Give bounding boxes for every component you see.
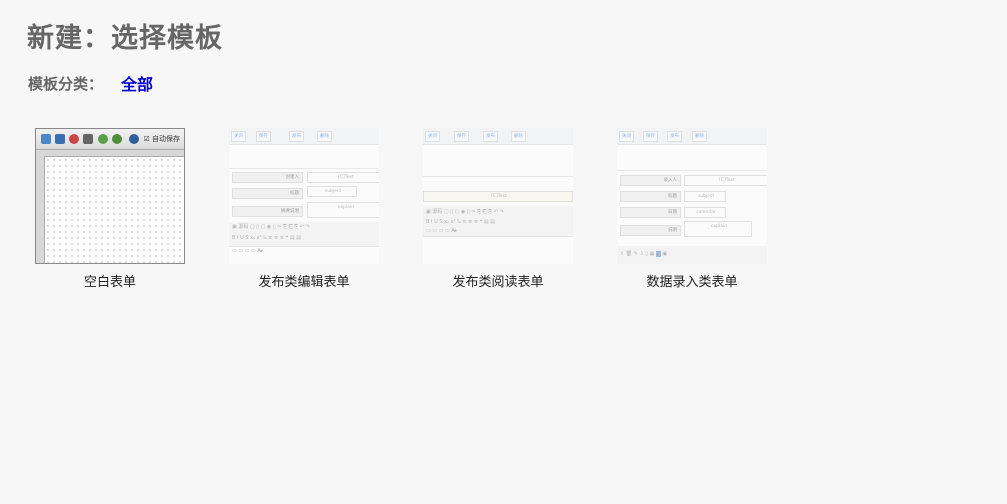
preview-publish-button: 发布	[483, 131, 498, 142]
template-list: ☑ 自动保存 空白表单 关闭 保存 发布 删除 创建人 [C]Text 标题 s…	[0, 128, 1007, 298]
new-from-template-page: 新建：选择模板 模板分类： 全部 ☑ 自动保存 空白表单 关闭 保存 发布 删除…	[0, 0, 1007, 504]
preview-editor-row: ▣ 源码 ▢ ▯ ▢ ◉ ▯ ✂ ⎘ ⎗ ⎘ ↶ ↷	[232, 224, 310, 230]
preview-editor-row: B I U S x₂ x² I₂ ≡ ≡ ≡ ❝ ▤ ▤	[232, 235, 301, 241]
autosave-checkbox: ☑ 自动保存	[143, 135, 180, 143]
preview-editor-row: ⇧ 🗑 ✎ ⇩ ▯ ▦ ▦ ▣	[620, 251, 667, 257]
preview-field: subject	[684, 191, 726, 202]
autosave-label: 自动保存	[152, 135, 180, 143]
save-icon	[41, 134, 51, 144]
blank-canvas	[44, 156, 184, 263]
preview-editor-source: 源码	[238, 224, 249, 230]
preview-editor-toolbar: ⇧ 🗑 ✎ ⇩ ▯ ▦ ▦ ▣	[617, 246, 767, 264]
preview-field: [C]Text	[684, 175, 767, 186]
preview-label: 说明	[620, 225, 681, 236]
preview-editor-toolbar: ▣ 源码 ▢ ▯ ▢ ◉ ▯ ✂ ⎘ ⎗ ⎘ ↶ ↷ B I U S x₂ x²…	[423, 206, 573, 237]
preview-editor-source: 源码	[432, 209, 443, 215]
template-caption: 数据录入类表单	[646, 275, 738, 290]
preview-editor-row: ▣ 源码 ▢ ▯ ▢ ◉ ▯ ✂ ⎘ ⎗ ⎘ ↶ ↷	[426, 209, 504, 215]
preview-save-button: 保存	[256, 131, 271, 142]
preview-delete-button: 删除	[511, 131, 526, 142]
template-data-entry-form[interactable]: 关闭 保存 发布 删除 录入人 [C]Text 标题 subject 日期 ca…	[607, 128, 777, 290]
preview-field: explain	[684, 221, 752, 237]
preview-delete-button: 删除	[317, 131, 332, 142]
preview-field: explain	[307, 202, 379, 218]
preview-toolbar: ☑ 自动保存	[36, 129, 184, 150]
publish-icon	[98, 134, 108, 144]
preview-toolbar: 关闭 保存 发布 删除	[617, 128, 767, 145]
preview-editor-row: B I U S x₂ x² I₂ ≡ ≡ ≡ ❝ ▤ ▤	[426, 219, 495, 225]
preview-field: calendar	[684, 207, 726, 218]
divider	[229, 168, 379, 169]
template-blank-form[interactable]: ☑ 自动保存 空白表单	[25, 128, 195, 290]
preview-label: 摘要说明	[232, 206, 303, 217]
preview-field: [C]Text	[307, 172, 379, 183]
template-thumbnail: 关闭 保存 发布 删除 创建人 [C]Text 标题 subject 摘要说明 …	[229, 128, 379, 264]
print-icon	[83, 134, 93, 144]
preview-close-button: 关闭	[231, 131, 246, 142]
template-publish-read-form[interactable]: 关闭 保存 发布 删除 [C]Text ▣ 源码 ▢ ▯ ▢ ◉ ▯ ✂ ⎘ ⎗…	[413, 128, 583, 290]
preview-close-button: 关闭	[425, 131, 440, 142]
template-thumbnail: 关闭 保存 发布 删除 [C]Text ▣ 源码 ▢ ▯ ▢ ◉ ▯ ✂ ⎘ ⎗…	[423, 128, 573, 264]
preview-save-button: 保存	[643, 131, 658, 142]
template-thumbnail: ☑ 自动保存	[35, 128, 185, 264]
template-caption: 发布类阅读表单	[452, 275, 544, 290]
template-publish-edit-form[interactable]: 关闭 保存 发布 删除 创建人 [C]Text 标题 subject 摘要说明 …	[219, 128, 389, 290]
template-caption: 空白表单	[83, 275, 136, 290]
preview-publish-button: 发布	[289, 131, 304, 142]
page-title: 新建：选择模板	[27, 23, 223, 54]
preview-toolbar: 关闭 保存 发布 删除	[229, 128, 379, 145]
preview-field: subject	[307, 186, 357, 197]
preview-delete-button: 删除	[692, 131, 707, 142]
preview-editor-toolbar: ▣ 源码 ▢ ▯ ▢ ◉ ▯ ✂ ⎘ ⎗ ⎘ ↶ ↷ B I U S x₂ x²…	[229, 222, 379, 247]
preview-label: 标题	[620, 191, 681, 202]
category-label: 模板分类：	[28, 74, 104, 93]
category-filter: 模板分类： 全部	[28, 71, 153, 95]
preview-editor-row: ▭ ▭ ▭ ▭ A▸	[232, 248, 264, 254]
preview-editor-row: ▭ ▭ ▭ ▭ A▸	[426, 228, 458, 234]
divider	[423, 176, 573, 177]
template-thumbnail: 关闭 保存 发布 删除 录入人 [C]Text 标题 subject 日期 ca…	[617, 128, 767, 264]
disk-icon	[55, 134, 65, 144]
divider	[617, 170, 767, 171]
preview-label: 日期	[620, 207, 681, 218]
preview-field: [C]Text	[423, 191, 573, 202]
preview-icon	[69, 134, 79, 144]
settings-icon	[112, 134, 122, 144]
preview-close-button: 关闭	[619, 131, 634, 142]
preview-toolbar: 关闭 保存 发布 删除	[423, 128, 573, 145]
preview-publish-button: 发布	[667, 131, 682, 142]
preview-label: 创建人	[232, 172, 303, 183]
preview-save-button: 保存	[454, 131, 469, 142]
preview-label: 标题	[232, 188, 303, 199]
category-all-link[interactable]: 全部	[121, 71, 153, 95]
preview-label: 录入人	[620, 175, 681, 186]
template-caption: 发布类编辑表单	[258, 275, 350, 290]
help-icon	[129, 134, 139, 144]
